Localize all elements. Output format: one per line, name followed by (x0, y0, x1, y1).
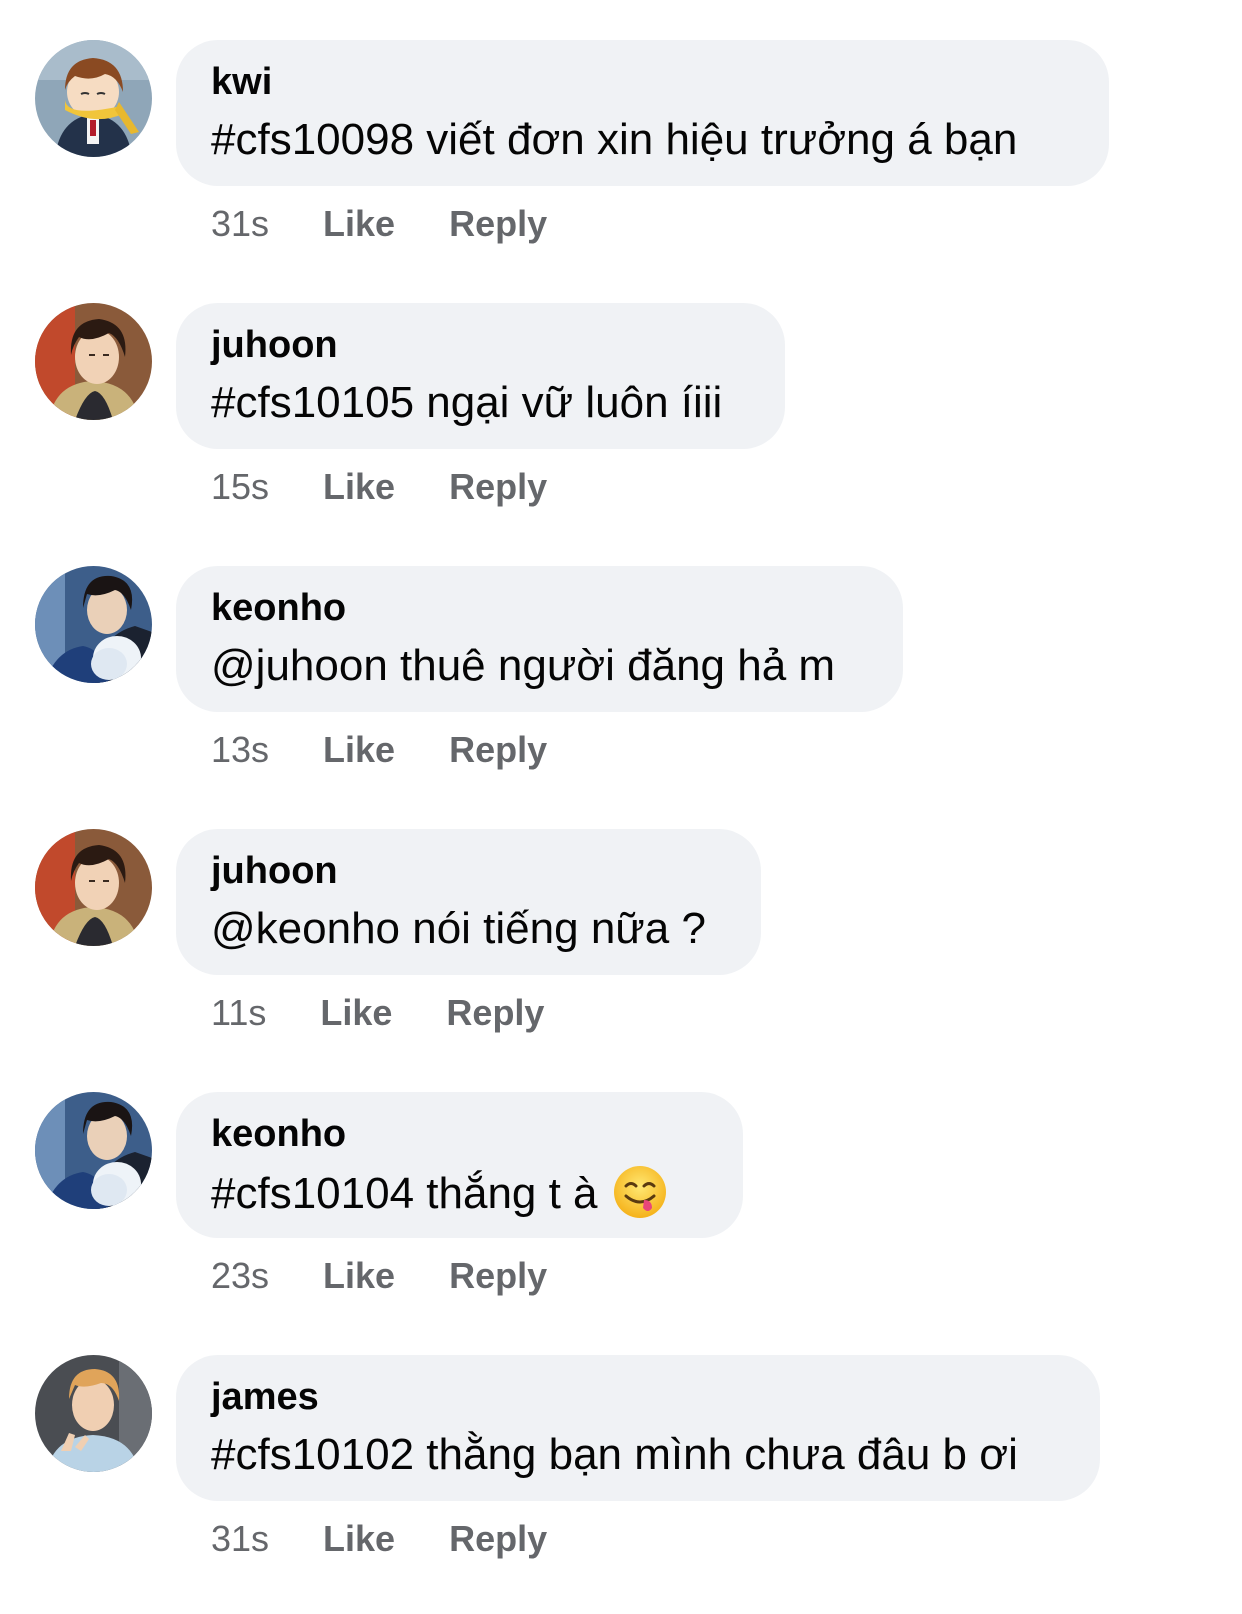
comment-text: @keonho nói tiếng nữa ? (211, 904, 706, 953)
like-button[interactable]: Like (323, 202, 395, 246)
avatar-image (35, 566, 152, 683)
avatar-keonho[interactable] (35, 566, 152, 683)
comment-text-content: #cfs10104 thắng t à (211, 1169, 598, 1218)
comment-bubble: james #cfs10102 thằng bạn mình chưa đâu … (176, 1355, 1100, 1501)
comment-bubble: kwi #cfs10098 viết đơn xin hiệu trưởng á… (176, 40, 1109, 186)
reply-button[interactable]: Reply (449, 1254, 547, 1298)
like-button[interactable]: Like (323, 728, 395, 772)
avatar-image (35, 303, 152, 420)
avatar-image (35, 40, 152, 157)
avatar-image (35, 1092, 152, 1209)
comment-time[interactable]: 31s (211, 202, 269, 246)
comment-item: keonho @juhoon thuê người đăng hả m 13s L… (0, 526, 1242, 789)
comment-time[interactable]: 23s (211, 1254, 269, 1298)
reply-button[interactable]: Reply (449, 202, 547, 246)
comment-text: #cfs10105 ngại vữ luôn íiii (211, 378, 723, 427)
like-button[interactable]: Like (323, 465, 395, 509)
reply-button[interactable]: Reply (449, 728, 547, 772)
like-button[interactable]: Like (323, 1517, 395, 1561)
comment-item: james #cfs10102 thằng bạn mình chưa đâu … (0, 1315, 1242, 1578)
comment-time[interactable]: 15s (211, 465, 269, 509)
comment-actions: 23s Like Reply (211, 1254, 547, 1298)
comment-bubble: juhoon #cfs10105 ngại vữ luôn íiii (176, 303, 785, 449)
comment-time[interactable]: 31s (211, 1517, 269, 1561)
avatar-kwi[interactable] (35, 40, 152, 157)
comment-item: keonho #cfs10104 thắng t à 23s Like Reply (0, 1052, 1242, 1315)
comment-bubble: keonho #cfs10104 thắng t à (176, 1092, 743, 1238)
comment-author[interactable]: james (211, 1375, 1064, 1419)
like-button[interactable]: Like (323, 1254, 395, 1298)
yum-face-emoji-icon (612, 1164, 668, 1220)
comment-text: #cfs10102 thằng bạn mình chưa đâu b ơi (211, 1430, 1018, 1479)
comment-actions: 31s Like Reply (211, 202, 547, 246)
comment-item: kwi #cfs10098 viết đơn xin hiệu trưởng á… (0, 0, 1242, 263)
reply-button[interactable]: Reply (449, 465, 547, 509)
avatar-juhoon[interactable] (35, 829, 152, 946)
reply-button[interactable]: Reply (449, 1517, 547, 1561)
avatar-juhoon[interactable] (35, 303, 152, 420)
avatar-image (35, 829, 152, 946)
avatar-james[interactable] (35, 1355, 152, 1472)
comment-author[interactable]: juhoon (211, 323, 749, 367)
comment-item: juhoon @keonho nói tiếng nữa ? 11s Like Re… (0, 789, 1242, 1052)
avatar-image (35, 1355, 152, 1472)
comment-bubble: keonho @juhoon thuê người đăng hả m (176, 566, 903, 712)
comment-text: #cfs10098 viết đơn xin hiệu trưởng á bạn (211, 115, 1018, 164)
comment-author[interactable]: kwi (211, 60, 1073, 104)
comment-time[interactable]: 13s (211, 728, 269, 772)
reply-button[interactable]: Reply (446, 991, 544, 1035)
comment-text: #cfs10104 thắng t à (211, 1164, 707, 1222)
comment-actions: 11s Like Reply (211, 991, 544, 1035)
comment-author[interactable]: keonho (211, 586, 867, 630)
avatar-keonho[interactable] (35, 1092, 152, 1209)
comment-author[interactable]: keonho (211, 1112, 707, 1156)
like-button[interactable]: Like (320, 991, 392, 1035)
comment-author[interactable]: juhoon (211, 849, 725, 893)
comment-actions: 15s Like Reply (211, 465, 547, 509)
comment-actions: 31s Like Reply (211, 1517, 547, 1561)
comment-actions: 13s Like Reply (211, 728, 547, 772)
comment-time[interactable]: 11s (211, 991, 266, 1035)
comment-bubble: juhoon @keonho nói tiếng nữa ? (176, 829, 761, 975)
comment-item: juhoon #cfs10105 ngại vữ luôn íiii 15s Li… (0, 263, 1242, 526)
comment-text: @juhoon thuê người đăng hả m (211, 641, 836, 690)
